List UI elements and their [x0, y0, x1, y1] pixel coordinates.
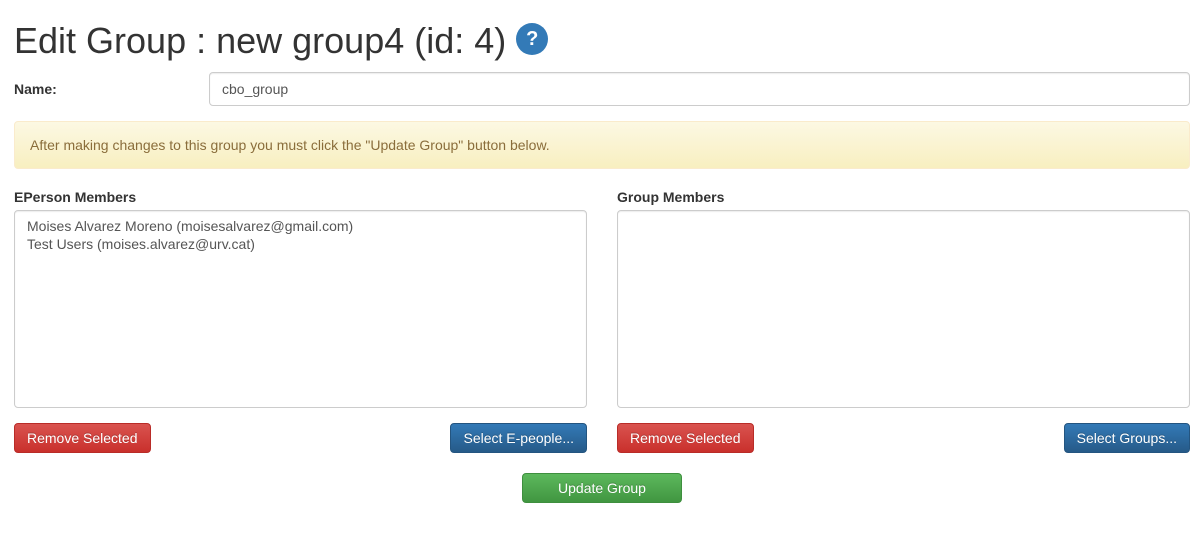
eperson-column: EPerson Members Moises Alvarez Moreno (m… [14, 189, 587, 453]
members-columns: EPerson Members Moises Alvarez Moreno (m… [14, 189, 1190, 453]
list-item[interactable]: Moises Alvarez Moreno (moisesalvarez@gma… [27, 217, 574, 235]
group-column: Group Members Remove Selected Select Gro… [617, 189, 1190, 453]
page-title: Edit Group : new group4 (id: 4) ? [14, 20, 1190, 62]
eperson-button-row: Remove Selected Select E-people... [14, 423, 587, 453]
group-label: Group Members [617, 189, 1190, 205]
name-label: Name: [14, 81, 209, 97]
eperson-select[interactable]: Moises Alvarez Moreno (moisesalvarez@gma… [14, 210, 587, 408]
alert-warning: After making changes to this group you m… [14, 121, 1190, 169]
help-icon[interactable]: ? [516, 23, 548, 55]
name-input[interactable] [209, 72, 1190, 106]
group-select[interactable] [617, 210, 1190, 408]
page-title-text: Edit Group : new group4 (id: 4) [14, 20, 506, 62]
list-item[interactable]: Test Users (moises.alvarez@urv.cat) [27, 235, 574, 253]
group-remove-button[interactable]: Remove Selected [617, 423, 754, 453]
select-epeople-button[interactable]: Select E-people... [450, 423, 587, 453]
group-button-row: Remove Selected Select Groups... [617, 423, 1190, 453]
eperson-label: EPerson Members [14, 189, 587, 205]
update-group-button[interactable]: Update Group [522, 473, 682, 503]
select-groups-button[interactable]: Select Groups... [1064, 423, 1190, 453]
update-row: Update Group [14, 473, 1190, 503]
eperson-remove-button[interactable]: Remove Selected [14, 423, 151, 453]
name-row: Name: [14, 72, 1190, 106]
